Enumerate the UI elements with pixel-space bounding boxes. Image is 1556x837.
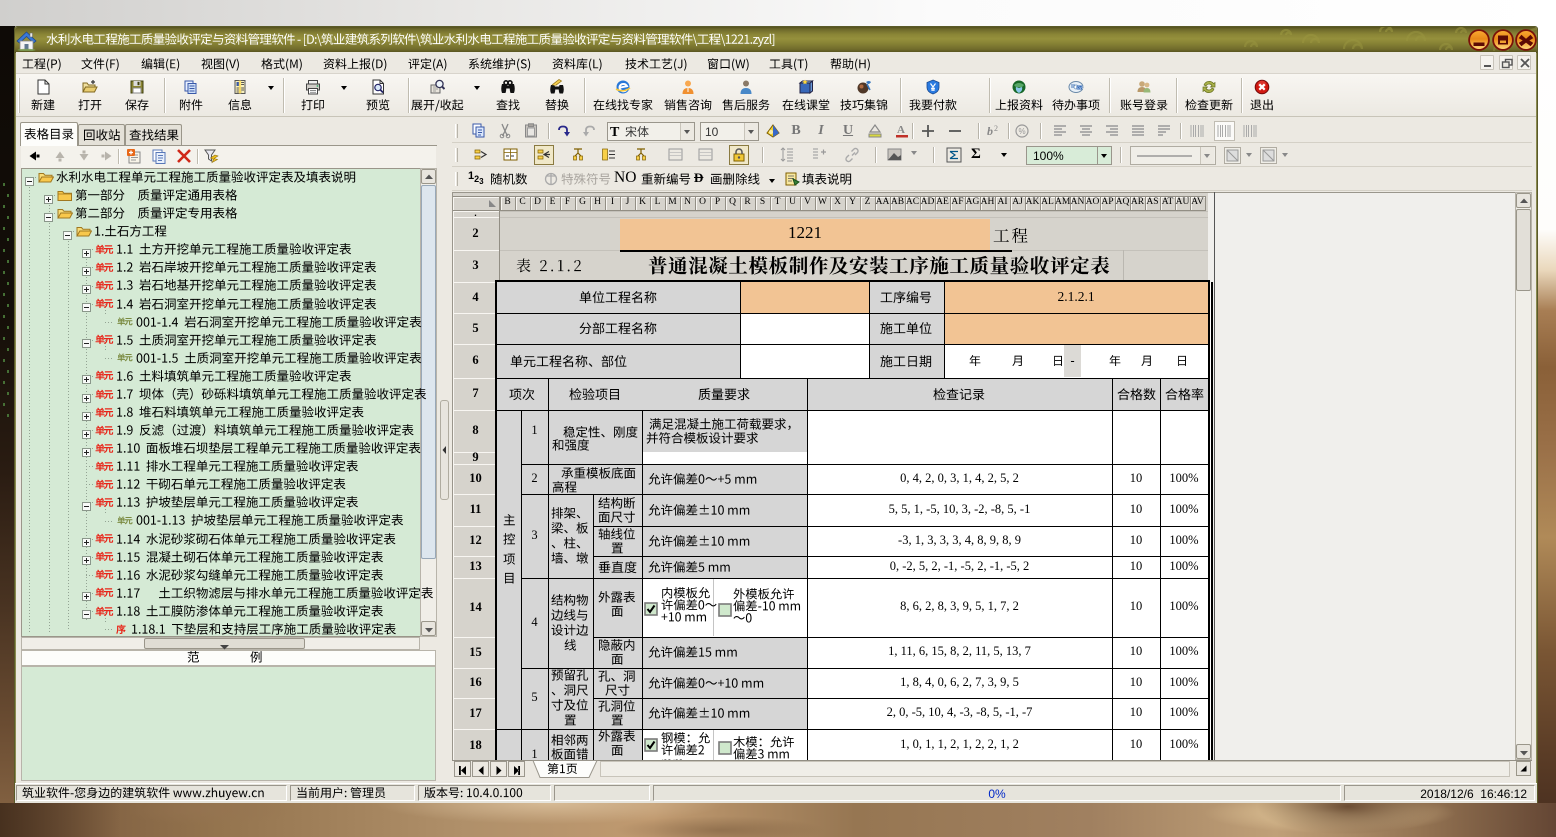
svg-text:A: A [897, 124, 905, 136]
svg-text:2: 2 [994, 124, 998, 133]
svg-text:T: T [610, 125, 620, 138]
svg-text:b: b [987, 124, 993, 138]
svg-text:DVD: DVD [1077, 86, 1084, 90]
svg-text:%: % [1019, 127, 1026, 136]
